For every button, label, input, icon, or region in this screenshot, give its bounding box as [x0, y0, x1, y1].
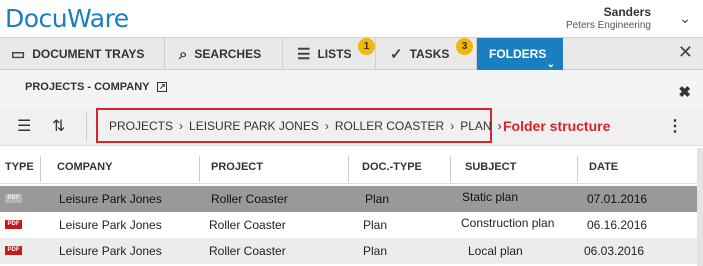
- app-header: DocuWare Sanders Peters Engineering ⌄: [0, 0, 703, 37]
- cell-doctype: Plan: [365, 192, 390, 206]
- table-row[interactable]: PDF Leisure Park Jones Roller Coaster Pl…: [0, 238, 703, 264]
- cell-company: Leisure Park Jones: [59, 244, 162, 258]
- search-icon: ⌕: [179, 45, 188, 63]
- tab-label: Tasks: [409, 47, 450, 61]
- table-row[interactable]: PDF Leisure Park Jones Roller Coaster Pl…: [0, 186, 703, 212]
- close-icon[interactable]: ✕: [678, 42, 693, 63]
- tab-tasks[interactable]: ✓ Tasks 3: [376, 38, 477, 70]
- folder-header: PROJECTS - COMPANY ↗ ✖: [0, 70, 703, 108]
- tab-folders[interactable]: Folders ⌄: [477, 38, 563, 70]
- more-options-icon[interactable]: ⋮: [667, 116, 683, 136]
- result-toolbar: ☰ ⇅ PROJECTS › LEISURE PARK JONES › ROLL…: [0, 108, 703, 146]
- breadcrumb-item-company[interactable]: LEISURE PARK JONES: [189, 119, 319, 133]
- cell-project: Roller Coaster: [209, 218, 286, 232]
- sort-icon[interactable]: ⇅: [52, 116, 65, 136]
- column-header-company[interactable]: COMPANY: [57, 161, 112, 173]
- cell-subject: Static plan: [462, 190, 519, 204]
- column-header-doctype[interactable]: DOC.-TYPE: [362, 161, 422, 173]
- column-header-date[interactable]: DATE: [589, 161, 618, 173]
- tray-icon: ▭: [11, 46, 26, 63]
- breadcrumb-item-project[interactable]: ROLLER COASTER: [335, 119, 444, 133]
- cell-company: Leisure Park Jones: [59, 218, 162, 232]
- chevron-down-icon[interactable]: ⌄: [547, 59, 555, 70]
- tab-document-trays[interactable]: ▭ Document Trays: [0, 38, 165, 70]
- tab-label: Lists: [317, 47, 352, 61]
- cell-subject: Construction plan: [461, 216, 555, 230]
- column-header-type[interactable]: TYPE: [5, 161, 34, 173]
- list-view-icon[interactable]: ☰: [17, 116, 31, 136]
- cell-project: Roller Coaster: [209, 244, 286, 258]
- folder-title-text: PROJECTS - COMPANY: [25, 81, 150, 93]
- tasks-count-badge: 3: [456, 38, 473, 55]
- breadcrumb-item-doctype[interactable]: PLAN: [460, 119, 491, 133]
- breadcrumb: PROJECTS › LEISURE PARK JONES › ROLLER C…: [96, 108, 502, 143]
- table-row[interactable]: PDF Leisure Park Jones Roller Coaster Pl…: [0, 212, 703, 238]
- column-divider[interactable]: [348, 156, 349, 182]
- column-header-subject[interactable]: SUBJECT: [465, 161, 516, 173]
- user-menu[interactable]: Sanders Peters Engineering: [566, 5, 651, 31]
- check-icon: ✓: [390, 46, 403, 63]
- tab-label: Document Trays: [32, 47, 145, 61]
- column-divider[interactable]: [40, 156, 41, 182]
- chevron-right-icon: ›: [450, 118, 455, 133]
- folder-title: PROJECTS - COMPANY ↗: [25, 81, 168, 93]
- cell-date: 06.16.2016: [587, 218, 648, 232]
- toolbar-divider: [86, 113, 87, 141]
- vertical-scrollbar[interactable]: [697, 148, 703, 266]
- pdf-file-icon: PDF: [5, 220, 22, 229]
- cell-project: Roller Coaster: [211, 192, 288, 206]
- column-header-project[interactable]: PROJECT: [211, 161, 263, 173]
- folder-structure-annotation: Folder structure: [503, 118, 611, 134]
- column-divider[interactable]: [450, 156, 451, 182]
- tab-label: Searches: [194, 47, 262, 61]
- cell-company: Leisure Park Jones: [59, 192, 162, 206]
- chevron-right-icon: ›: [497, 118, 502, 133]
- chevron-right-icon: ›: [324, 118, 329, 133]
- user-organization: Peters Engineering: [565, 20, 651, 31]
- breadcrumb-item-projects[interactable]: PROJECTS: [109, 119, 173, 133]
- tab-bar: ▭ Document Trays ⌕ Searches ☰ Lists 1 ✓ …: [0, 37, 703, 70]
- lists-count-badge: 1: [358, 38, 375, 55]
- cell-doctype: Plan: [363, 218, 388, 232]
- pdf-file-icon: PDF: [5, 194, 22, 203]
- cell-doctype: Plan: [363, 244, 388, 258]
- column-divider[interactable]: [199, 156, 200, 182]
- user-name: Sanders: [603, 5, 651, 19]
- column-divider[interactable]: [577, 156, 578, 182]
- chevron-right-icon: ›: [179, 118, 184, 133]
- pdf-file-icon: PDF: [5, 246, 22, 255]
- tab-lists[interactable]: ☰ Lists 1: [283, 38, 376, 70]
- tab-label: Folders: [489, 47, 547, 61]
- table-header: TYPE COMPANY PROJECT DOC.-TYPE SUBJECT D…: [0, 148, 703, 184]
- tab-searches[interactable]: ⌕ Searches: [165, 38, 283, 70]
- close-folder-icon[interactable]: ✖: [678, 83, 691, 101]
- cell-date: 07.01.2016: [587, 192, 648, 206]
- cell-date: 06.03.2016: [584, 244, 645, 258]
- cell-subject: Local plan: [468, 244, 523, 258]
- docuware-logo[interactable]: DocuWare: [5, 4, 129, 33]
- list-icon: ☰: [297, 46, 311, 63]
- chevron-down-icon[interactable]: ⌄: [679, 10, 691, 27]
- external-link-icon[interactable]: ↗: [157, 82, 168, 93]
